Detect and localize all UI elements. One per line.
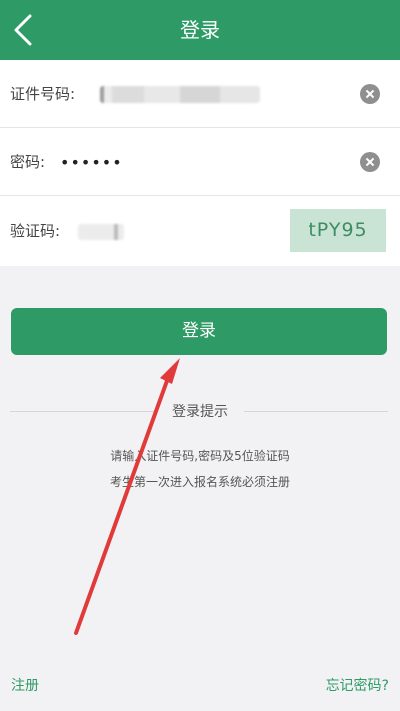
page-title: 登录 (180, 18, 220, 42)
id-number-label: 证件号码: (10, 85, 76, 103)
app-header: 登录 (0, 0, 400, 60)
forgot-password-link[interactable]: 忘记密码? (326, 675, 389, 695)
tips-line-1: 请输入证件号码,密码及5位验证码 (110, 449, 290, 463)
password-row: 密码: (0, 128, 400, 196)
captcha-label: 验证码: (10, 222, 61, 240)
id-number-row: 证件号码: (0, 60, 400, 128)
register-link[interactable]: 注册 (11, 675, 39, 695)
id-number-input[interactable] (100, 86, 260, 103)
tips-line-2: 考生第一次进入报名系统必须注册 (109, 475, 290, 489)
clear-password-icon[interactable] (360, 152, 380, 172)
captcha-row: 验证码: tPY95 (0, 196, 400, 266)
captcha-image[interactable]: tPY95 (290, 209, 386, 252)
login-form: 证件号码: 密码: 验证码: tPY95 (0, 60, 400, 266)
tips-divider-right (244, 411, 388, 412)
password-input[interactable] (60, 148, 320, 176)
captcha-input[interactable] (78, 224, 124, 240)
login-button[interactable]: 登录 (11, 308, 387, 355)
clear-id-icon[interactable] (360, 84, 380, 104)
password-label: 密码: (10, 153, 46, 171)
